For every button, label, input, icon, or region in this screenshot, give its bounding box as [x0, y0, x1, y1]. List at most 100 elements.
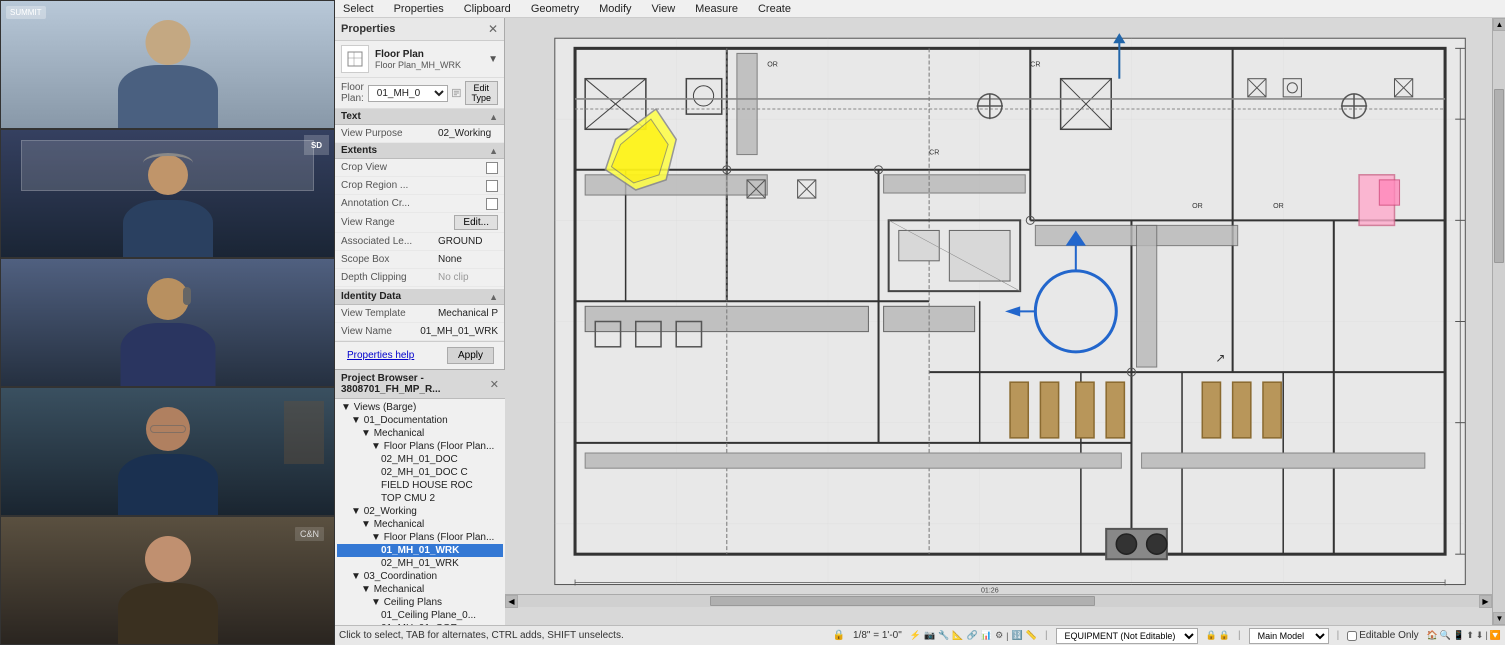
status-icon-5[interactable]: 🔗	[967, 630, 978, 641]
lock-icon-1[interactable]: 🔒	[1206, 630, 1217, 641]
status-icons-group: ⚡ 📷 🔧 📐 🔗 📊 ⚙ | 🔢 📏	[910, 630, 1037, 641]
extents-section-header: Extents ▲	[335, 143, 504, 159]
tree-item-mech-working[interactable]: ▼ Mechanical	[337, 518, 503, 531]
cad-viewport[interactable]: CR CR OR OR OR	[505, 18, 1505, 625]
status-icon-b[interactable]: 🔍	[1440, 630, 1451, 641]
tree-icon: ▼	[361, 428, 374, 439]
horizontal-scrollbar[interactable]: ◀ ▶	[505, 594, 1492, 607]
tree-item-mech-doc[interactable]: ▼ Mechanical	[337, 427, 503, 440]
tree-item-doc[interactable]: ▼ 01_Documentation	[337, 414, 503, 427]
view-purpose-value: 02_Working	[438, 128, 498, 139]
tree-item-floor-doc[interactable]: ▼ Floor Plans (Floor Plan...	[337, 440, 503, 453]
crop-region-label: Crop Region ...	[341, 180, 486, 191]
status-icon-a[interactable]: 🏠	[1427, 630, 1438, 641]
video-cell-4	[0, 387, 335, 516]
view-purpose-row: View Purpose 02_Working	[335, 125, 504, 143]
menu-properties[interactable]: Properties	[390, 3, 448, 15]
tree-label: Mechanical	[374, 428, 425, 439]
status-lock-icons: 🔒 🔒	[1206, 630, 1230, 641]
crop-view-checkbox[interactable]	[486, 162, 498, 174]
view-range-edit-button[interactable]: Edit...	[454, 215, 498, 230]
tree-icon: ▼	[371, 597, 384, 608]
prop-type-arrow[interactable]: ▼	[488, 54, 498, 65]
tree-item-floor-working[interactable]: ▼ Floor Plans (Floor Plan...	[337, 531, 503, 544]
status-icon-4[interactable]: 📐	[952, 630, 963, 641]
floor-plan-select[interactable]: 01_MH_0	[368, 85, 448, 102]
tree-item-views[interactable]: ▼ Views (Barge)	[337, 401, 503, 414]
menu-view[interactable]: View	[648, 3, 680, 15]
tree-icon: ▼	[351, 571, 364, 582]
tree-label: 01_Documentation	[364, 415, 448, 426]
right-panel: Select Properties Clipboard Geometry Mod…	[335, 0, 1505, 645]
crop-view-label: Crop View	[341, 162, 486, 173]
tree-item-topcmu[interactable]: TOP CMU 2	[337, 492, 503, 505]
status-icon-d[interactable]: ⬆	[1466, 630, 1474, 641]
status-icon-7[interactable]: ⚙	[995, 630, 1003, 641]
menu-clipboard[interactable]: Clipboard	[460, 3, 515, 15]
identity-label: Identity Data	[341, 291, 401, 302]
tree-icon: ▼	[371, 441, 384, 452]
tree-item-working[interactable]: ▼ 02_Working	[337, 505, 503, 518]
tree-label: Views (Barge)	[354, 402, 417, 413]
status-icon-1[interactable]: ⚡	[910, 630, 921, 641]
edit-type-button[interactable]: Edit Type	[465, 81, 498, 105]
status-icon-e[interactable]: ⬇	[1476, 630, 1484, 641]
properties-help-link[interactable]: Properties help	[341, 348, 420, 363]
properties-close-button[interactable]: ✕	[488, 22, 498, 36]
status-text: Click to select, TAB for alternates, CTR…	[339, 630, 825, 641]
status-icon-c[interactable]: 📱	[1453, 630, 1464, 641]
tree-label: Mechanical	[374, 519, 425, 530]
extents-expand[interactable]: ▲	[489, 146, 498, 156]
scope-box-value: None	[438, 254, 498, 265]
status-icon-f[interactable]: 🔽	[1490, 630, 1501, 641]
status-icon-2[interactable]: 📷	[924, 630, 935, 641]
identity-section-header: Identity Data ▲	[335, 289, 504, 305]
crop-region-checkbox[interactable]	[486, 180, 498, 192]
equipment-dropdown[interactable]: EQUIPMENT (Not Editable)	[1056, 628, 1198, 644]
menu-geometry[interactable]: Geometry	[527, 3, 583, 15]
tree-label: Floor Plans (Floor Plan...	[384, 532, 495, 543]
video-cell-2: SD	[0, 129, 335, 258]
tree-item-01mh01wrk[interactable]: 01_MH_01_WRK	[337, 544, 503, 557]
status-icon-6[interactable]: 📊	[981, 630, 992, 641]
tree-item-02mh01docc[interactable]: 02_MH_01_DOC C	[337, 466, 503, 479]
tree-icon: ▼	[351, 415, 364, 426]
text-section-expand[interactable]: ▲	[489, 112, 498, 122]
associated-le-value: GROUND	[438, 236, 498, 247]
lock-icon-2[interactable]: 🔒	[1219, 630, 1230, 641]
annotation-cr-checkbox[interactable]	[486, 198, 498, 210]
crop-region-row: Crop Region ...	[335, 177, 504, 195]
menu-select[interactable]: Select	[339, 3, 378, 15]
tree-item-coordination[interactable]: ▼ 03_Coordination	[337, 570, 503, 583]
status-num2[interactable]: 📏	[1026, 630, 1037, 641]
menu-modify[interactable]: Modify	[595, 3, 635, 15]
properties-panel: Properties ✕ Floor Plan Floor Plan_MH_WR…	[335, 18, 505, 369]
status-icon-3[interactable]: 🔧	[938, 630, 949, 641]
editable-only-label[interactable]: Editable Only	[1347, 630, 1418, 641]
status-icon-lock: 🔒	[833, 630, 845, 641]
menu-create[interactable]: Create	[754, 3, 795, 15]
tree-item-02mh01wrk[interactable]: 02_MH_01_WRK	[337, 557, 503, 570]
browser-content: ▼ Views (Barge) ▼ 01_Documentation ▼ Mec…	[335, 399, 505, 625]
apply-button[interactable]: Apply	[447, 347, 494, 364]
identity-expand[interactable]: ▲	[489, 292, 498, 302]
video-panel: SUMMIT SD	[0, 0, 335, 645]
tree-item-02mh01doc[interactable]: 02_MH_01_DOC	[337, 453, 503, 466]
browser-close-button[interactable]: ✕	[490, 378, 499, 391]
menu-measure[interactable]: Measure	[691, 3, 742, 15]
status-separator-2: |	[1045, 630, 1048, 641]
editable-only-checkbox[interactable]	[1347, 631, 1357, 641]
vertical-scrollbar[interactable]: ▲ ▼	[1492, 18, 1505, 625]
status-separator-3: |	[1238, 630, 1241, 641]
editable-only-text: Editable Only	[1359, 630, 1418, 641]
tree-item-ceiling[interactable]: ▼ Ceiling Plans	[337, 596, 503, 609]
tree-item-mech-coord[interactable]: ▼ Mechanical	[337, 583, 503, 596]
status-separator-4: |	[1337, 630, 1340, 641]
model-dropdown[interactable]: Main Model	[1249, 628, 1329, 644]
status-num1[interactable]: 🔢	[1012, 630, 1023, 641]
svg-text:CR: CR	[929, 149, 939, 157]
tree-item-ceiling1[interactable]: 01_Ceiling Plane_0...	[337, 609, 503, 622]
view-template-label: View Template	[341, 308, 438, 319]
status-separator-r: |	[1485, 630, 1487, 641]
tree-item-fieldhouse[interactable]: FIELD HOUSE ROC	[337, 479, 503, 492]
